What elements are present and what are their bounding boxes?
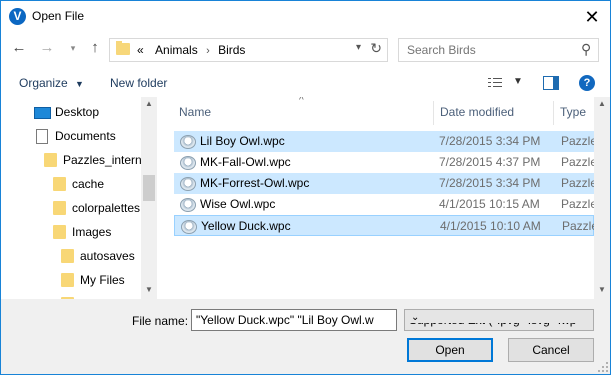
dialog-footer: File name: "Yellow Duck.wpc" "Lil Boy Ow… [1, 299, 610, 374]
search-icon[interactable]: ⚲ [581, 41, 591, 58]
chevron-down-icon: ⌄ [409, 312, 590, 323]
file-name-field[interactable]: "Yellow Duck.wpc" "Lil Boy Owl.w [191, 309, 397, 331]
view-options-icon[interactable] [488, 77, 502, 88]
nav-item-label: Images [72, 225, 112, 239]
folder-icon [116, 41, 130, 55]
navigation-pane: Desktop Documents Pazzles_interna cache … [1, 97, 157, 299]
forward-arrow-icon[interactable]: → [39, 40, 55, 56]
nav-item-label: Pazzles_interna [63, 153, 149, 167]
view-dropdown-chevron-icon[interactable]: ▼ [513, 76, 523, 87]
file-row[interactable]: Yellow Duck.wpc 4/1/2015 10:10 AM Pazzle… [174, 215, 610, 236]
sort-ascending-icon: ^ [299, 97, 304, 106]
nav-item-label: Desktop [55, 105, 100, 119]
file-list: ^ Name Date modified Type Lil Boy Owl.wp… [161, 97, 610, 299]
nav-item-label: colorpalettes [72, 201, 141, 215]
overflow-marker[interactable]: « [137, 43, 144, 57]
address-bar[interactable]: « Animals › Birds ▾ ↻ [109, 38, 388, 62]
breadcrumb-animals[interactable]: Animals [155, 43, 198, 57]
file-name-value: "Yellow Duck.wpc" "Lil Boy Owl.w [196, 313, 374, 327]
folder-icon [53, 225, 66, 239]
window-title: Open File [32, 9, 85, 23]
file-date: 7/28/2015 3:34 PM [439, 134, 541, 148]
search-box[interactable]: ⚲ [398, 38, 599, 62]
close-button[interactable]: ✕ [582, 7, 602, 27]
help-icon[interactable]: ? [579, 75, 595, 91]
breadcrumb: « Animals › Birds [137, 43, 245, 57]
scroll-thumb[interactable] [143, 175, 155, 201]
file-date: 7/28/2015 3:34 PM [439, 176, 541, 190]
file-row[interactable]: Lil Boy Owl.wpc 7/28/2015 3:34 PM Pazzle… [174, 131, 610, 152]
folder-icon [61, 273, 74, 287]
recent-locations-chevron-icon[interactable]: ▾ [65, 40, 81, 56]
file-name: Lil Boy Owl.wpc [200, 134, 285, 148]
breadcrumb-separator-icon[interactable]: › [206, 45, 210, 57]
organize-button[interactable]: Organize ▼ [19, 76, 84, 90]
scroll-up-arrow-icon[interactable]: ▲ [598, 99, 606, 108]
column-divider[interactable] [433, 101, 434, 125]
wpc-file-icon [180, 177, 196, 191]
file-name-label: File name: [132, 314, 189, 328]
preview-pane-icon[interactable] [543, 76, 559, 90]
search-input[interactable] [405, 42, 574, 58]
refresh-icon[interactable]: ↻ [370, 40, 382, 57]
file-name: Wise Owl.wpc [200, 197, 276, 211]
wpc-file-icon [181, 220, 197, 234]
folder-icon [53, 201, 66, 215]
address-dropdown-chevron-icon[interactable]: ▾ [356, 42, 361, 53]
nav-item-label: My Files [80, 273, 125, 287]
organize-label: Organize [19, 76, 68, 90]
file-type-filter-select[interactable]: Supported Ext (*.pvg *.svg *.wp ⌄ [404, 309, 594, 331]
cancel-button[interactable]: Cancel [508, 338, 594, 362]
open-file-dialog: V Open File ✕ ← → ▾ ↑ « Animals › Birds … [0, 0, 611, 375]
new-folder-button[interactable]: New folder [110, 76, 167, 90]
nav-item-label: Documents [55, 129, 116, 143]
file-name: MK-Forrest-Owl.wpc [200, 176, 310, 190]
command-toolbar: Organize ▼ New folder ▼ ? [1, 71, 610, 97]
resize-grip-icon[interactable] [598, 362, 608, 372]
column-header-date-modified[interactable]: Date modified [440, 97, 514, 127]
file-row[interactable]: MK-Forrest-Owl.wpc 7/28/2015 3:34 PM Paz… [174, 173, 610, 194]
column-header-type[interactable]: Type [560, 97, 586, 127]
file-name: Yellow Duck.wpc [201, 219, 291, 233]
scroll-up-arrow-icon[interactable]: ▲ [145, 99, 153, 108]
breadcrumb-birds[interactable]: Birds [218, 43, 245, 57]
documents-icon [36, 129, 48, 144]
folder-icon [53, 177, 66, 191]
file-date: 4/1/2015 10:15 AM [439, 197, 540, 211]
wpc-file-icon [180, 198, 196, 212]
up-arrow-icon[interactable]: ↑ [87, 40, 103, 56]
desktop-icon [34, 107, 51, 119]
wpc-file-icon [180, 156, 196, 170]
scroll-down-arrow-icon[interactable]: ▼ [598, 285, 606, 294]
column-header-name[interactable]: Name [179, 97, 211, 127]
wpc-file-icon [180, 135, 196, 149]
nav-pane-scrollbar[interactable]: ▲ ▼ [141, 97, 157, 299]
back-arrow-icon[interactable]: ← [11, 40, 27, 56]
chevron-down-icon: ▼ [75, 79, 84, 89]
title-bar: V Open File ✕ [1, 1, 610, 32]
folder-icon [61, 249, 74, 263]
file-list-scrollbar[interactable]: ▲ ▼ [594, 97, 610, 299]
app-logo-icon: V [9, 8, 26, 25]
navigation-bar: ← → ▾ ↑ « Animals › Birds ▾ ↻ ⚲ [1, 34, 610, 64]
file-date: 4/1/2015 10:10 AM [440, 219, 541, 233]
open-button[interactable]: Open [407, 338, 493, 362]
column-divider[interactable] [553, 101, 554, 125]
nav-item-label: cache [72, 177, 105, 191]
file-row[interactable]: MK-Fall-Owl.wpc 7/28/2015 4:37 PM Pazzle… [174, 152, 610, 173]
nav-item-label: autosaves [80, 249, 135, 263]
folder-icon [44, 153, 57, 167]
scroll-down-arrow-icon[interactable]: ▼ [145, 285, 153, 294]
file-row[interactable]: Wise Owl.wpc 4/1/2015 10:15 AM Pazzles D… [174, 194, 610, 215]
file-name: MK-Fall-Owl.wpc [200, 155, 291, 169]
file-date: 7/28/2015 4:37 PM [439, 155, 541, 169]
